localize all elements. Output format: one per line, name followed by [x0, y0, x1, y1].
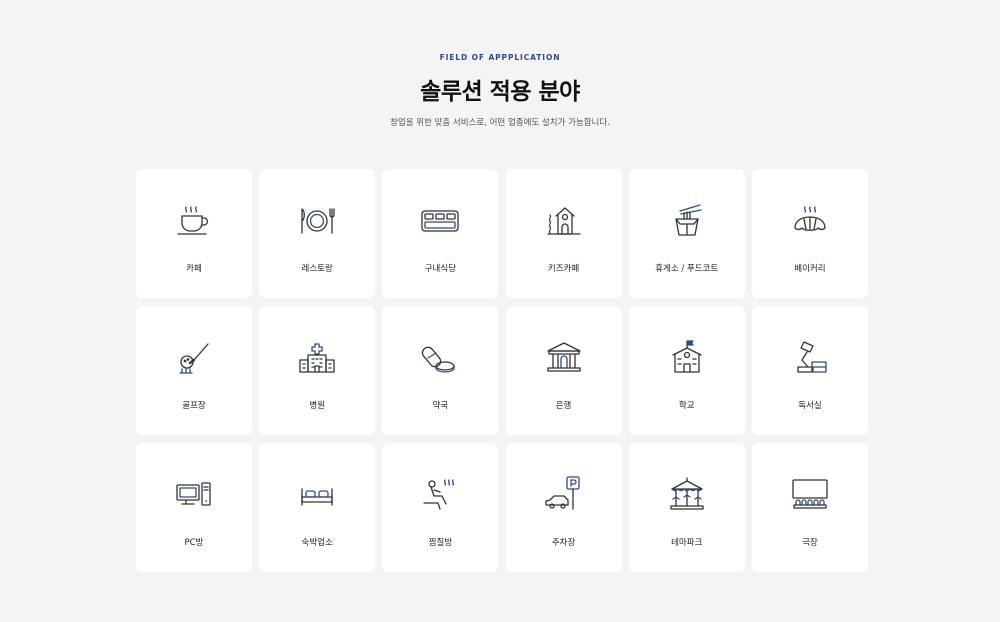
bank-icon [544, 338, 584, 378]
field-label: 은행 [555, 401, 572, 411]
field-card-theme-park[interactable]: 테마파크 [628, 443, 745, 572]
field-label: 주차장 [551, 538, 576, 548]
bed-icon [297, 475, 337, 515]
plate-cutlery-icon [297, 201, 337, 241]
field-label: 병원 [309, 401, 325, 411]
field-label: 극장 [802, 538, 818, 548]
sauna-icon [420, 475, 460, 515]
field-card-study-room[interactable]: 독서실 [751, 306, 868, 435]
field-label: 베이커리 [794, 264, 826, 274]
field-card-bakery[interactable]: 베이커리 [751, 169, 868, 298]
field-card-sauna[interactable]: 찜질방 [382, 443, 499, 572]
croissant-icon [790, 201, 830, 241]
section-title: 솔루션 적용 분야 [420, 79, 580, 105]
field-card-lodging[interactable]: 숙박업소 [259, 443, 376, 572]
application-fields-section: FIELD OF APPPLICATION 솔루션 적용 분야 창업을 위한 맞… [0, 0, 1000, 622]
hospital-icon [297, 338, 337, 378]
field-label: 학교 [678, 401, 695, 411]
field-label: 레스토랑 [301, 264, 333, 274]
desk-lamp-icon [790, 338, 830, 378]
field-label: 독서실 [798, 401, 822, 411]
carousel-icon [667, 475, 707, 515]
coffee-cup-icon [174, 201, 214, 241]
kids-house-icon [544, 201, 584, 241]
field-card-hospital[interactable]: 병원 [259, 306, 376, 435]
field-label: PC방 [184, 538, 204, 548]
section-subtitle: 창업을 위한 맞춤 서비스로, 어떤 업종에도 설치가 가능합니다. [390, 118, 610, 128]
school-icon [667, 338, 707, 378]
field-card-bank[interactable]: 은행 [505, 306, 622, 435]
field-label: 숙박업소 [301, 538, 333, 548]
meal-tray-icon [420, 201, 460, 241]
field-card-kids-cafe[interactable]: 키즈카페 [505, 169, 622, 298]
field-card-restaurant[interactable]: 레스토랑 [259, 169, 376, 298]
application-grid: 카페 레스토랑 구내식당 키즈카페 휴게소 / 푸드코트 베이커리 골프장 병원… [136, 169, 868, 572]
field-label: 구내식당 [424, 264, 457, 274]
field-card-pc-room[interactable]: PC방 [136, 443, 252, 572]
field-label: 골프장 [182, 401, 206, 411]
field-label: 키즈카페 [547, 264, 580, 274]
field-label: 카페 [186, 264, 202, 274]
noodle-box-icon [667, 201, 707, 241]
field-label: 찜질방 [428, 538, 453, 548]
field-label: 휴게소 / 푸드코트 [655, 264, 719, 274]
field-label: 약국 [432, 401, 449, 411]
field-card-theater[interactable]: 극장 [751, 443, 868, 572]
field-card-cafeteria[interactable]: 구내식당 [382, 169, 499, 298]
field-card-pharmacy[interactable]: 약국 [382, 306, 499, 435]
field-card-parking[interactable]: 주차장 [505, 443, 622, 572]
golf-club-icon [174, 338, 214, 378]
section-eyebrow: FIELD OF APPPLICATION [439, 53, 561, 62]
parking-car-icon [544, 475, 584, 515]
field-card-golf[interactable]: 골프장 [136, 306, 252, 435]
field-card-school[interactable]: 학교 [628, 306, 745, 435]
field-label: 테마파크 [671, 538, 703, 548]
pill-icon [420, 338, 460, 378]
field-card-food-court[interactable]: 휴게소 / 푸드코트 [628, 169, 745, 298]
theater-icon [790, 475, 830, 515]
field-card-cafe[interactable]: 카페 [136, 169, 252, 298]
computer-icon [174, 475, 214, 515]
